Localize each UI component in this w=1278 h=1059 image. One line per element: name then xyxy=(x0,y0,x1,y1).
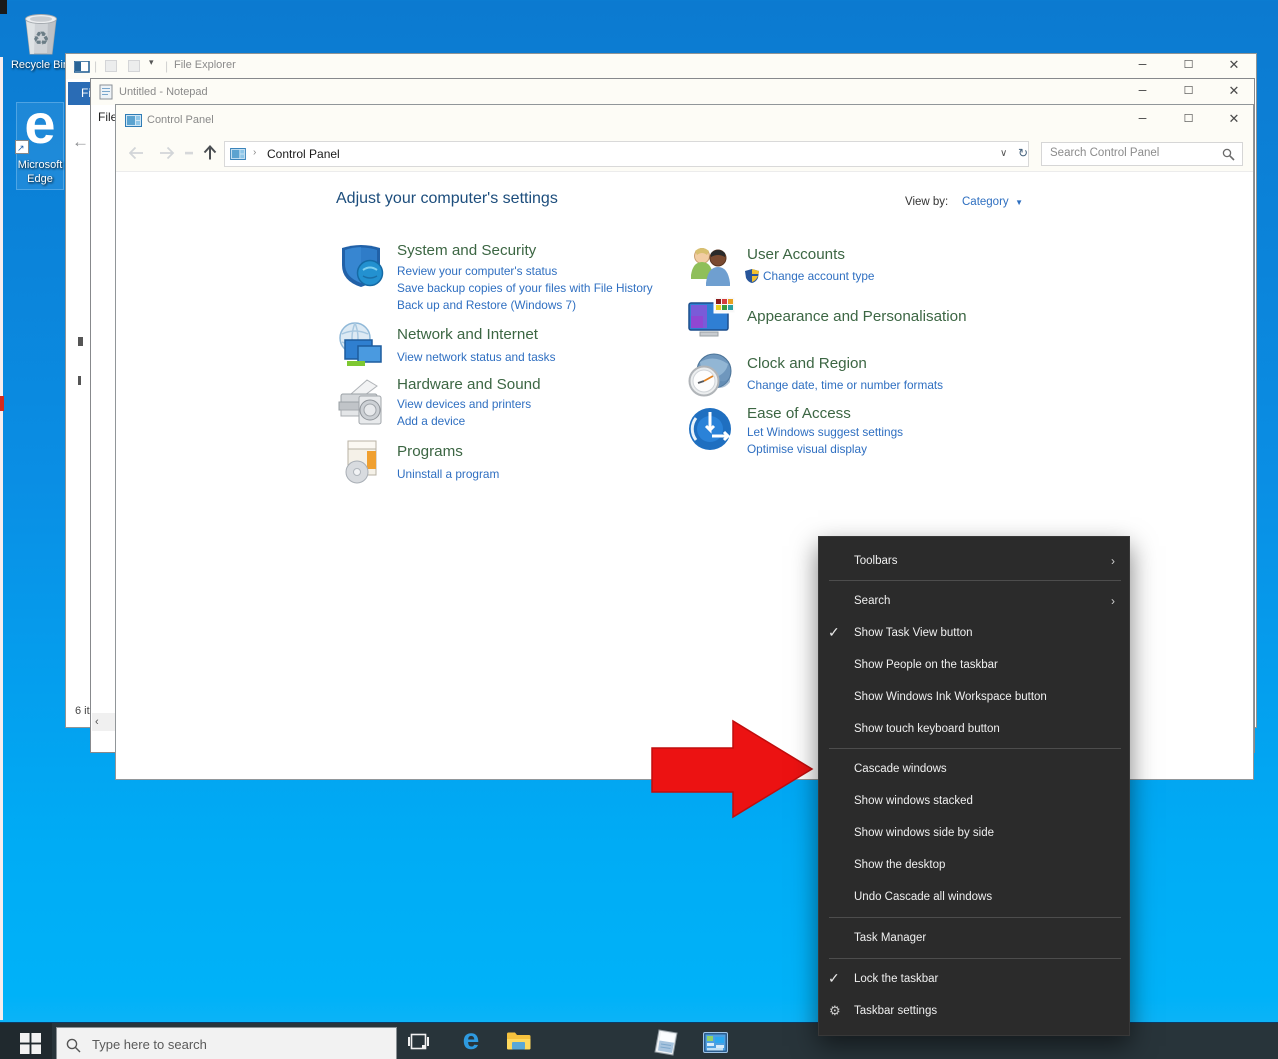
svg-text:♻: ♻ xyxy=(32,29,49,50)
